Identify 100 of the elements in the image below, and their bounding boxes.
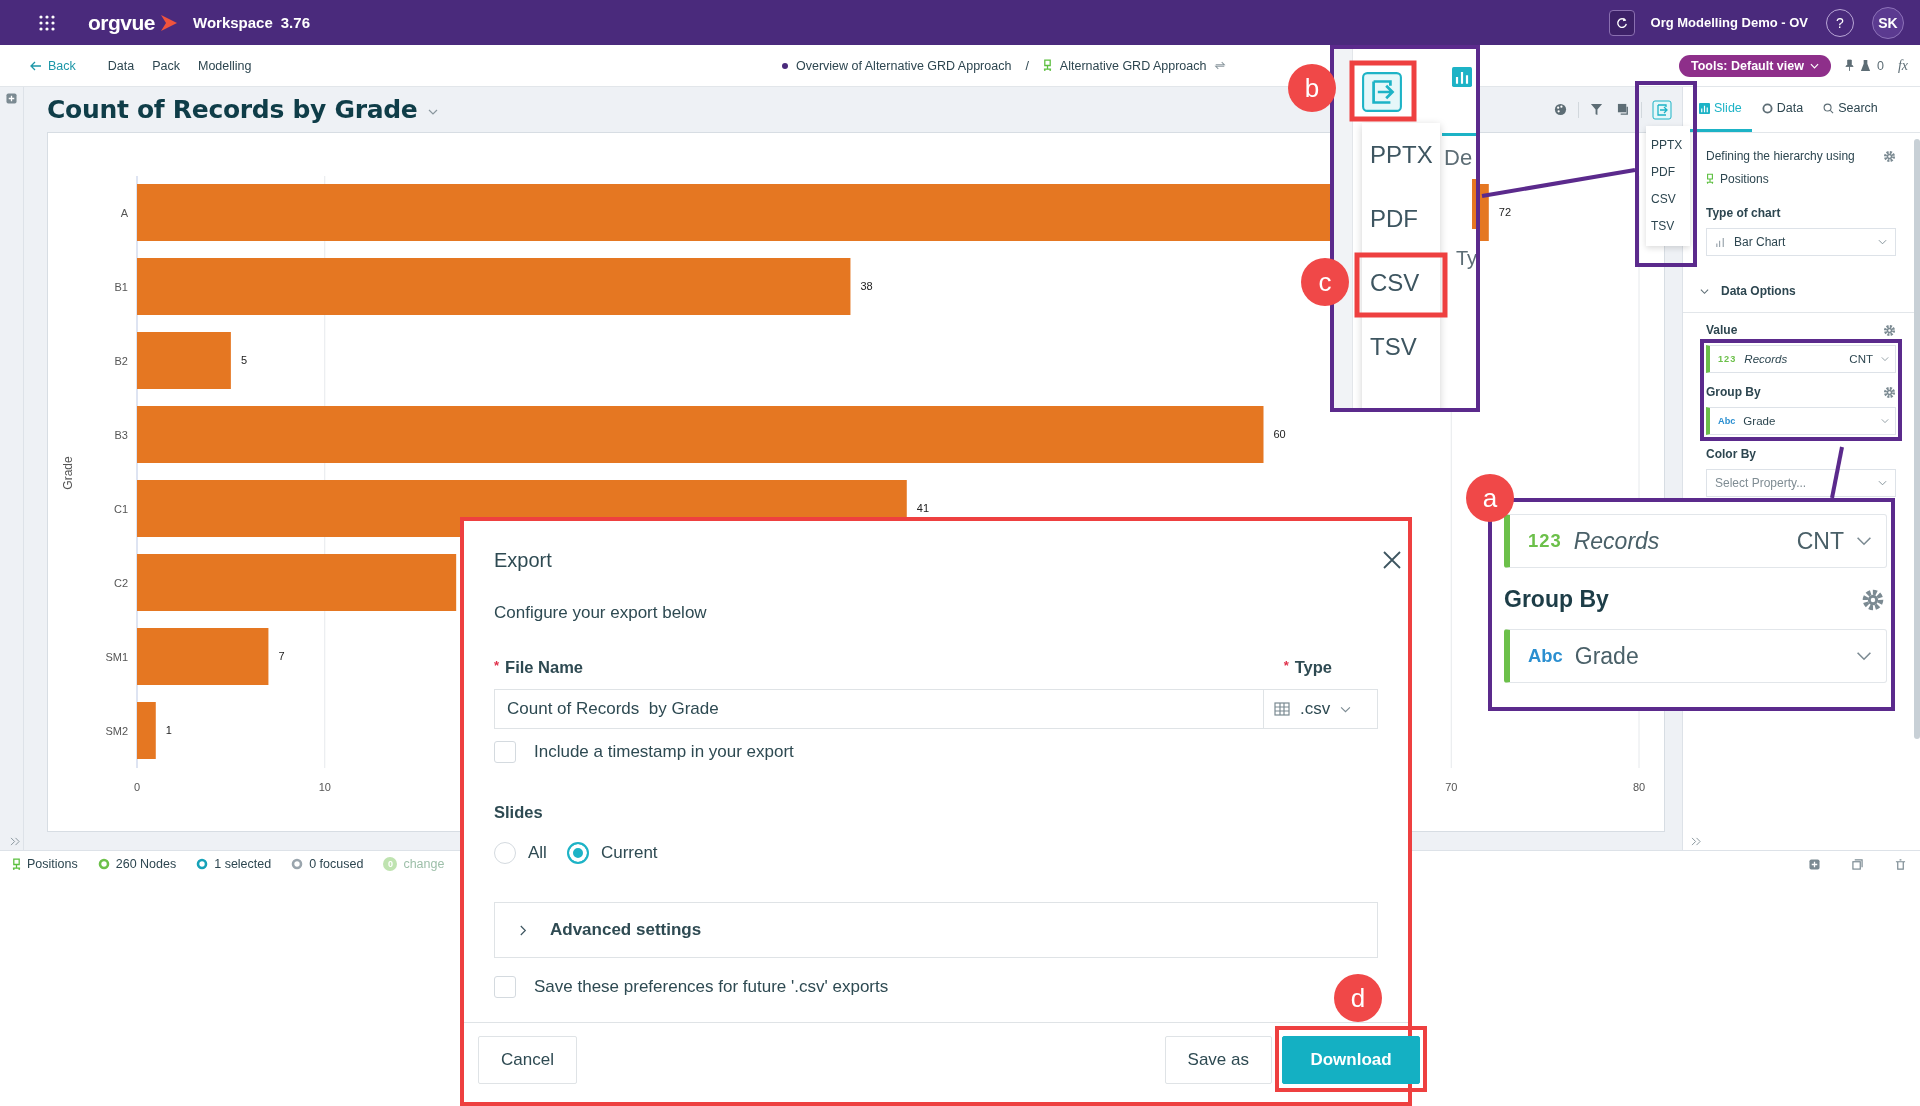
category-label: SM1 bbox=[105, 651, 128, 663]
data-label: 1 bbox=[165, 724, 172, 736]
export-menu-item[interactable]: PPTX bbox=[1646, 131, 1690, 159]
category-label: B2 bbox=[114, 355, 128, 367]
category-label: B3 bbox=[114, 429, 128, 441]
radio-label: All bbox=[528, 843, 547, 863]
status-ring-icon bbox=[291, 858, 304, 870]
category-label: B1 bbox=[114, 281, 128, 293]
nav-menu-item[interactable]: Pack bbox=[152, 58, 180, 73]
position-icon bbox=[1706, 173, 1714, 185]
file-name-field[interactable]: Count of Records by Grade bbox=[494, 689, 1264, 729]
advanced-settings-toggle[interactable]: Advanced settings bbox=[494, 902, 1378, 958]
settings-icon bbox=[1861, 587, 1885, 612]
expand-icon[interactable] bbox=[10, 836, 21, 846]
workspace-label: Workspace bbox=[193, 14, 273, 31]
changes-count: 0 bbox=[383, 857, 398, 871]
radio-button[interactable] bbox=[566, 842, 589, 864]
hierarchy-value: Positions bbox=[1720, 172, 1769, 186]
scrollbar[interactable] bbox=[1914, 139, 1920, 739]
export-menu-item[interactable]: CSV bbox=[1646, 185, 1690, 213]
formula-button[interactable]: fx bbox=[1897, 57, 1908, 74]
field-label: Color By bbox=[1706, 447, 1757, 461]
version-label: 3.76 bbox=[280, 14, 310, 31]
group-by-select[interactable]: Abc Grade bbox=[1706, 407, 1896, 435]
flask-icon[interactable] bbox=[1859, 59, 1871, 72]
export-icon bbox=[1361, 71, 1403, 113]
data-label: 41 bbox=[916, 502, 930, 514]
bar-chart-icon bbox=[1452, 67, 1472, 87]
required-mark: * bbox=[1283, 658, 1289, 673]
chevron-icon bbox=[1881, 418, 1889, 424]
data-label: 7 bbox=[278, 650, 285, 662]
panel-tab[interactable]: Search bbox=[1813, 87, 1888, 132]
status-label: change bbox=[403, 857, 445, 871]
tools-dropdown[interactable]: Tools: Default view bbox=[1678, 54, 1831, 77]
status-label: Positions bbox=[27, 857, 78, 871]
data-label: 38 bbox=[860, 280, 873, 292]
add-icon[interactable] bbox=[1809, 858, 1820, 870]
brand-logo[interactable]: orgvue bbox=[88, 10, 155, 35]
chart-type-select[interactable]: Bar Chart bbox=[1706, 228, 1896, 256]
chevron-icon bbox=[1878, 480, 1887, 486]
logo-arrow-icon bbox=[159, 13, 179, 32]
breadcrumb-link[interactable]: Overview of Alternative GRD Approach bbox=[796, 58, 1012, 73]
nav-menu-item[interactable]: Modelling bbox=[198, 58, 252, 73]
add-icon[interactable] bbox=[6, 93, 17, 104]
field-label: Group By bbox=[1504, 586, 1609, 613]
axis-tick-label: 80 bbox=[1632, 781, 1646, 793]
close-icon[interactable] bbox=[1382, 550, 1402, 570]
app-grid-icon[interactable] bbox=[38, 13, 56, 32]
status-ring-icon bbox=[97, 858, 110, 870]
value-select[interactable]: 123 Records CNT bbox=[1706, 345, 1896, 373]
caret-icon[interactable] bbox=[427, 108, 438, 115]
settings-icon[interactable] bbox=[1883, 149, 1896, 163]
panel-tab[interactable]: Data bbox=[1751, 87, 1814, 132]
bullet-icon bbox=[782, 62, 788, 69]
hierarchy-label: Defining the hierarchy using bbox=[1706, 149, 1855, 163]
layers-icon[interactable] bbox=[1617, 103, 1630, 116]
color-by-select[interactable]: Select Property... bbox=[1706, 469, 1896, 497]
type-select[interactable]: .csv bbox=[1264, 689, 1378, 729]
export-icon[interactable] bbox=[1652, 99, 1672, 120]
dialog-subtitle: Configure your export below bbox=[494, 603, 708, 623]
filter-icon[interactable] bbox=[1590, 103, 1603, 116]
chevron-icon bbox=[1856, 651, 1872, 661]
settings-icon[interactable] bbox=[1883, 323, 1896, 337]
axis-tick-label: 0 bbox=[133, 781, 141, 793]
position-icon bbox=[12, 857, 21, 871]
data-label: 60 bbox=[1273, 428, 1286, 440]
expand-icon[interactable] bbox=[1691, 836, 1702, 846]
nav-menu-item[interactable]: Data bbox=[107, 58, 135, 73]
cancel-button[interactable]: Cancel bbox=[478, 1036, 577, 1084]
dialog-title: Export bbox=[494, 548, 552, 572]
text-fragment: De bbox=[1444, 145, 1473, 171]
position-icon bbox=[1042, 59, 1052, 72]
bar-chart-icon bbox=[1699, 102, 1710, 114]
checkbox-label: Save these preferences for future '.csv' exports bbox=[534, 977, 889, 997]
checkbox-label: Include a timestamp in your export bbox=[534, 742, 794, 762]
refresh-icon bbox=[1615, 16, 1628, 29]
data-label: 5 bbox=[240, 354, 247, 366]
field-label: Type bbox=[1294, 658, 1332, 677]
checkbox[interactable] bbox=[494, 741, 516, 763]
axis-title: Grade bbox=[61, 456, 75, 490]
palette-icon[interactable] bbox=[1554, 103, 1567, 116]
copy-icon[interactable] bbox=[1852, 858, 1863, 870]
slide-title[interactable]: Count of Records by Grade bbox=[47, 95, 418, 124]
chevron-icon bbox=[1878, 239, 1887, 245]
radio-label: Current bbox=[600, 843, 658, 863]
export-menu-item[interactable]: TSV bbox=[1646, 212, 1690, 240]
export-menu-item[interactable]: PDF bbox=[1646, 158, 1690, 186]
section-label: Slides bbox=[494, 803, 544, 822]
pin-icon[interactable] bbox=[1844, 59, 1854, 72]
settings-icon[interactable] bbox=[1883, 385, 1896, 399]
checkbox[interactable] bbox=[494, 976, 516, 998]
chevron-icon bbox=[519, 923, 528, 937]
refresh-button[interactable] bbox=[1608, 9, 1635, 36]
back-link[interactable]: Back bbox=[30, 58, 76, 73]
trash-icon[interactable] bbox=[1895, 858, 1906, 870]
user-avatar[interactable]: SK bbox=[1872, 6, 1904, 39]
save-as-button[interactable]: Save as bbox=[1164, 1036, 1272, 1084]
org-name[interactable]: Org Modelling Demo - OV bbox=[1650, 15, 1808, 30]
field-label: Group By bbox=[1706, 385, 1761, 399]
sync-icon[interactable] bbox=[1214, 60, 1227, 71]
